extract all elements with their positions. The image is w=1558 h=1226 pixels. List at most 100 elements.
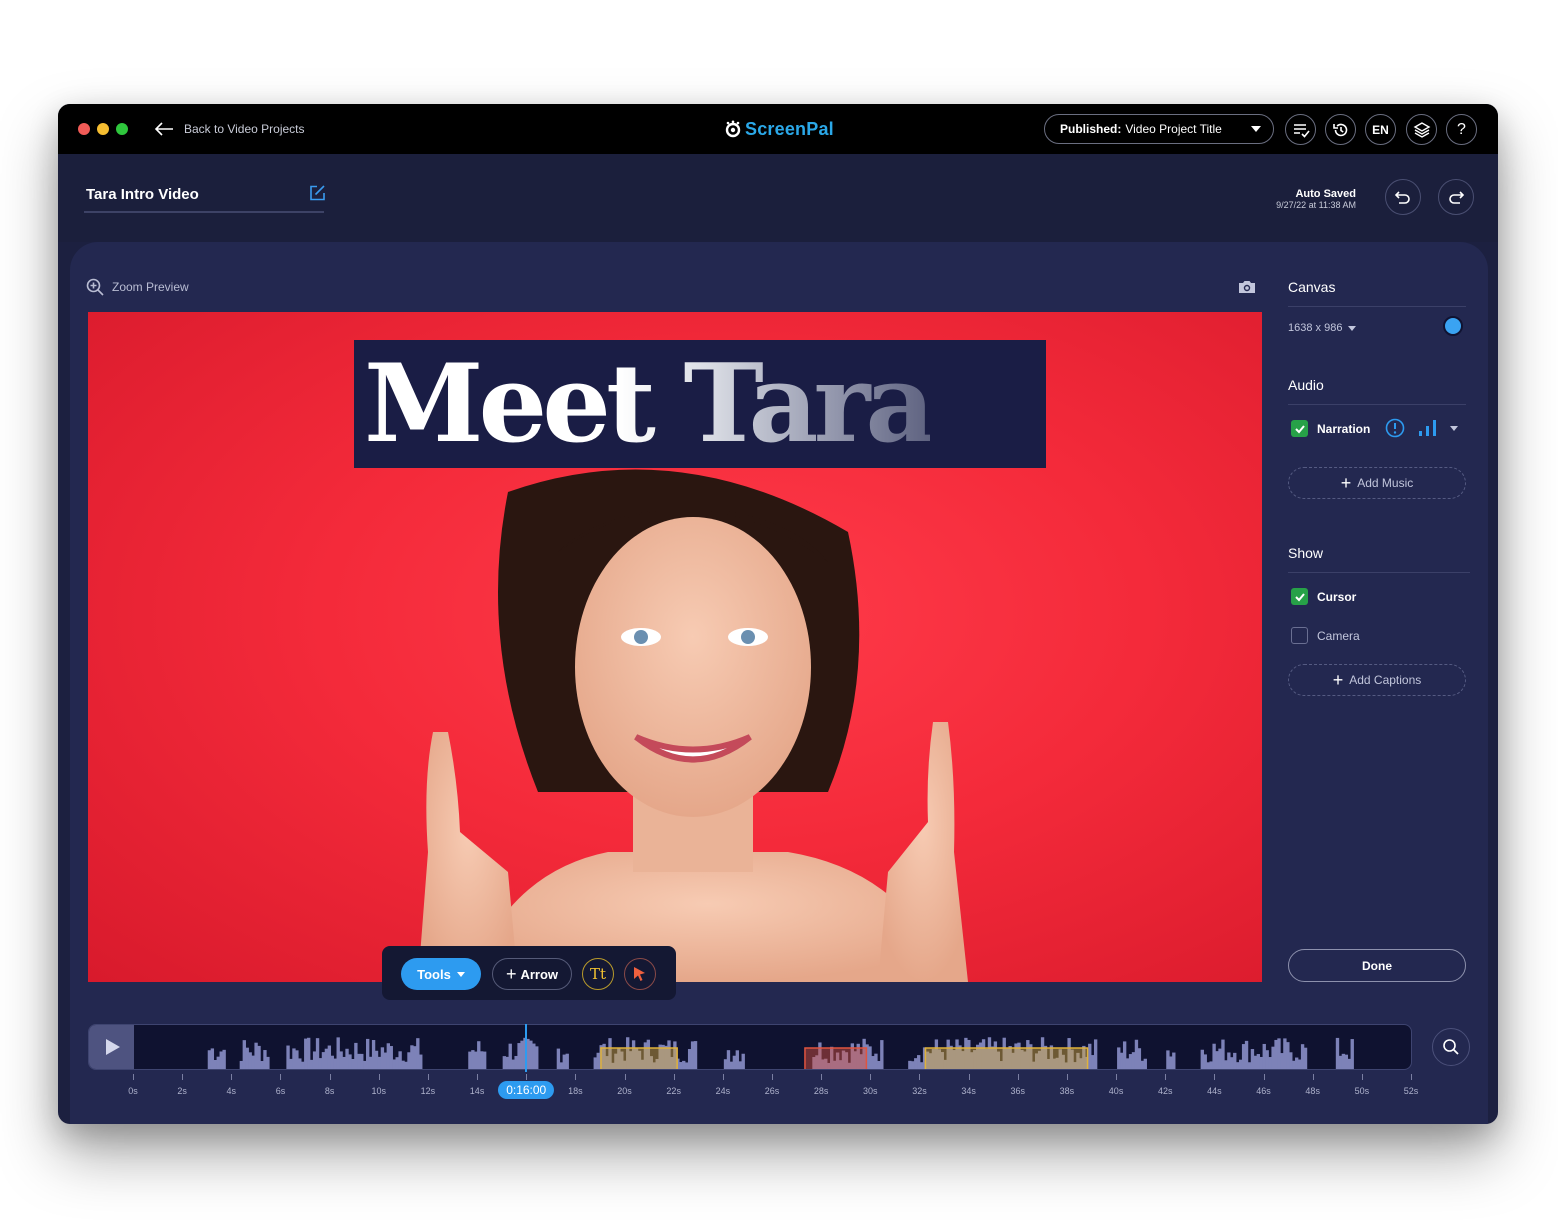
layers-button[interactable] (1406, 114, 1437, 145)
timeline-search-button[interactable] (1432, 1028, 1470, 1066)
video-preview[interactable]: Meet Tara (88, 312, 1262, 982)
camera-checkbox[interactable]: Camera (1291, 627, 1360, 644)
waveform-bar (1262, 1043, 1266, 1069)
waveform-bar (386, 1043, 390, 1069)
waveform-bar (392, 1059, 396, 1069)
tick-mark (1066, 1074, 1068, 1080)
waveform-bar (520, 1040, 524, 1069)
waveform-bar (389, 1046, 393, 1069)
waveform-bar (1297, 1059, 1302, 1069)
help-button[interactable]: ? (1446, 114, 1477, 145)
waveform-bar (1233, 1052, 1237, 1069)
waveform-bar (298, 1058, 302, 1069)
current-time-pill[interactable]: 0:16:00 (498, 1081, 555, 1099)
waveform-bar (565, 1053, 569, 1069)
waveform-bar (517, 1043, 521, 1069)
tick-mark (1361, 1074, 1363, 1080)
camera-label: Camera (1317, 628, 1360, 643)
tick-label: 20s (617, 1086, 632, 1096)
tick-mark (870, 1074, 872, 1080)
tools-label: Tools (417, 966, 451, 982)
checkbox-checked-icon (1291, 588, 1308, 605)
history-button[interactable] (1325, 114, 1356, 145)
cursor-label: Cursor (1317, 589, 1357, 604)
waveform-bar (1280, 1053, 1284, 1069)
tick-label: 50s (1354, 1086, 1370, 1096)
waveform-bar (1283, 1038, 1287, 1069)
add-arrow-button[interactable]: + Arrow (492, 958, 572, 990)
tick-mark (378, 1074, 380, 1080)
waveform-bar (559, 1062, 564, 1069)
minimize-window-button[interactable] (97, 123, 109, 135)
project-title-underline (84, 211, 324, 213)
play-button[interactable] (89, 1025, 134, 1069)
zoom-segment[interactable] (924, 1047, 1089, 1070)
waveform-bar (401, 1060, 405, 1069)
waveform-bar (1117, 1047, 1121, 1069)
redo-button[interactable] (1438, 179, 1474, 215)
publish-status-select[interactable]: Published: Video Project Title (1044, 114, 1274, 144)
canvas-size-value: 1638 x 986 (1288, 322, 1343, 334)
waveform-bar (1335, 1037, 1340, 1069)
waveform-bar (336, 1037, 340, 1069)
waveform-bar (1289, 1052, 1293, 1069)
maximize-window-button[interactable] (116, 123, 128, 135)
autosave-label: Auto Saved (1295, 188, 1356, 200)
waveform-bar (880, 1040, 884, 1069)
waveform-bar (693, 1041, 698, 1069)
narration-label: Narration (1317, 421, 1371, 436)
waveform-bar (351, 1059, 355, 1069)
waveform-bar (1143, 1058, 1147, 1069)
timeline-ruler: 0s 2s 4s 6s 8s 10s 12s 14s 18s 20s 22s 24s 26s 28s 30s… (70, 1072, 1488, 1102)
narration-checkbox[interactable]: Narration (1291, 420, 1370, 437)
plus-icon: + (1332, 670, 1344, 690)
waveform-bar (301, 1061, 305, 1069)
tick-label: 18s (568, 1086, 583, 1096)
cut-segment[interactable] (804, 1047, 868, 1070)
audio-waveform[interactable] (134, 1025, 1412, 1070)
waveform-bar (374, 1050, 379, 1069)
tick-mark (1263, 1074, 1265, 1080)
back-to-projects-link[interactable]: Back to Video Projects (154, 118, 305, 140)
waveform-bar (1238, 1059, 1243, 1069)
app-window: Back to Video Projects ScreenPal Publish… (58, 104, 1498, 1124)
language-label: EN (1372, 122, 1389, 137)
project-title[interactable]: Tara Intro Video (86, 186, 199, 203)
cursor-checkbox[interactable]: Cursor (1291, 588, 1356, 605)
title-overlay[interactable]: Meet Tara (354, 340, 1046, 468)
audio-level-icon[interactable] (1418, 418, 1438, 438)
playhead[interactable] (525, 1024, 528, 1072)
add-captions-button[interactable]: + Add Captions (1288, 664, 1466, 696)
zoom-preview-button[interactable]: Zoom Preview (86, 278, 189, 296)
camera-snapshot-icon[interactable] (1237, 278, 1257, 296)
done-button[interactable]: Done (1288, 949, 1466, 982)
waveform-bar (242, 1040, 246, 1069)
canvas-size-select[interactable]: 1638 x 986 (1288, 322, 1357, 334)
edit-title-icon[interactable] (308, 184, 326, 202)
canvas-color-picker[interactable] (1443, 316, 1463, 336)
waveform-bar (1341, 1053, 1346, 1069)
waveform-bar (723, 1059, 728, 1069)
waveform-bar (210, 1048, 215, 1069)
undo-icon (1394, 191, 1410, 204)
layers-icon (1413, 121, 1430, 138)
waveform-bar (1221, 1039, 1225, 1069)
tick-label: 44s (1207, 1086, 1222, 1096)
tools-menu-button[interactable]: Tools (401, 958, 481, 990)
publish-title: Video Project Title (1125, 122, 1222, 136)
cursor-tool-button[interactable] (624, 958, 656, 990)
tick-mark (968, 1074, 970, 1080)
text-tool-button[interactable]: Tt (582, 958, 614, 990)
timeline-track[interactable] (88, 1024, 1412, 1070)
undo-button[interactable] (1385, 179, 1421, 215)
warning-info-icon[interactable] (1385, 418, 1405, 438)
close-window-button[interactable] (78, 123, 90, 135)
waveform-bar (404, 1061, 408, 1069)
caret-down-icon (1348, 325, 1357, 331)
waveform-bar (1236, 1062, 1240, 1069)
checklist-button[interactable] (1285, 114, 1316, 145)
language-button[interactable]: EN (1365, 114, 1396, 145)
add-music-button[interactable]: + Add Music (1288, 467, 1466, 499)
audio-options-caret-icon[interactable] (1450, 426, 1458, 431)
zoom-segment[interactable] (600, 1047, 678, 1070)
